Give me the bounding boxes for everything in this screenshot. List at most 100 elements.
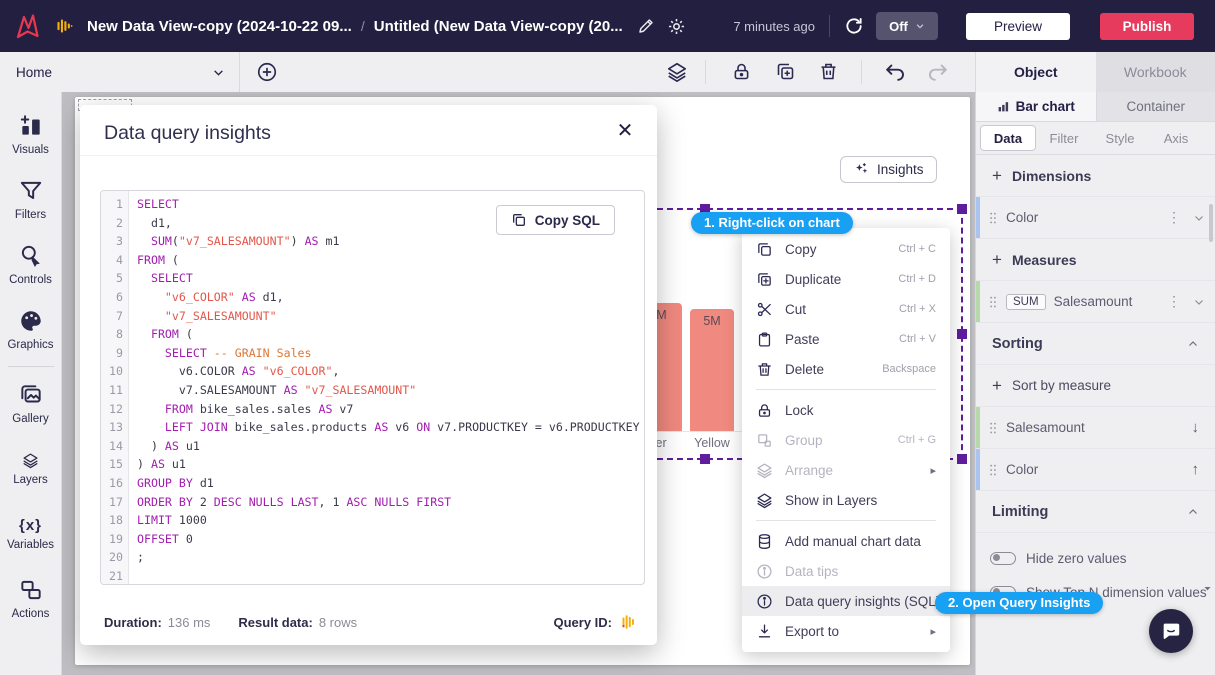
chevron-up-icon[interactable] [1187, 506, 1199, 518]
trash-toolbar-icon[interactable] [818, 61, 840, 83]
workbook-title[interactable]: Untitled (New Data View-copy (20... [374, 18, 623, 35]
add-sort-by-measure-button[interactable]: +Sort by measure [976, 365, 1215, 407]
menu-item-lock[interactable]: Lock [742, 395, 950, 425]
toggle-hide-zero-values[interactable]: Hide zero values [976, 541, 1215, 575]
sort-row-salesamount[interactable]: Salesamount↓ [976, 407, 1215, 449]
sort-row-color[interactable]: Color↑ [976, 449, 1215, 491]
sidebar-item-label: Graphics [7, 339, 53, 351]
sql-line-number: 12 [101, 400, 123, 419]
sidebar-item-actions[interactable]: Actions [0, 566, 62, 631]
sql-line: "v6_COLOR" AS d1, [137, 288, 644, 307]
panel-scrollbar-thumb[interactable] [1209, 204, 1213, 242]
bar-chart-icon [997, 100, 1010, 113]
copy-sql-button[interactable]: Copy SQL [496, 205, 615, 235]
selection-handle-bottom-right[interactable] [957, 454, 967, 464]
sidebar-item-variables[interactable]: {x}Variables [0, 501, 62, 566]
subtab-axis[interactable]: Axis [1148, 125, 1204, 151]
tab-object[interactable]: Object [976, 52, 1096, 92]
subtab-filter[interactable]: Filter [1036, 125, 1092, 151]
sql-line: ; [137, 548, 644, 567]
menu-item-show-in-layers[interactable]: Show in Layers [742, 485, 950, 515]
lock-icon [756, 402, 773, 419]
lock-toolbar-icon[interactable] [731, 61, 753, 83]
app: { "colors": { "publish_red": "#e73b5e", … [0, 0, 1215, 675]
sql-line-number: 6 [101, 288, 123, 307]
sql-line-number: 2 [101, 214, 123, 233]
subtab-style[interactable]: Style [1092, 125, 1148, 151]
add-page-icon[interactable] [256, 61, 278, 83]
menu-item-delete[interactable]: DeleteBackspace [742, 354, 950, 384]
preview-button[interactable]: Preview [966, 13, 1070, 40]
auto-refresh-select[interactable]: Off [876, 12, 938, 40]
drag-handle-icon[interactable] [988, 420, 998, 436]
tab-container[interactable]: Container [1096, 92, 1215, 121]
drag-handle-icon[interactable] [988, 210, 998, 226]
menu-item-data-query-insights-sql[interactable]: Data query insights (SQL) [742, 586, 950, 616]
menu-separator [756, 520, 936, 521]
insights-button[interactable]: Insights [840, 156, 937, 183]
edit-title-icon[interactable] [637, 17, 655, 35]
add-dimension-button[interactable]: +Dimensions [976, 155, 1215, 197]
dimension-row-color[interactable]: Color⋮ [976, 197, 1215, 239]
section-header-label: Measures [1012, 252, 1077, 268]
menu-item-add-manual-chart-data[interactable]: Add manual chart data [742, 526, 950, 556]
kebab-menu-icon[interactable]: ⋮ [1163, 209, 1185, 226]
sidebar-item-controls[interactable]: Controls [0, 232, 62, 297]
close-icon[interactable]: ✕ [613, 119, 637, 143]
layers-toolbar-icon[interactable] [666, 61, 688, 83]
subtab-data[interactable]: Data [980, 125, 1036, 151]
panel-scroll-down-icon[interactable] [1203, 584, 1212, 593]
app-logo-icon[interactable] [12, 11, 42, 41]
section-limiting[interactable]: Limiting [976, 491, 1215, 533]
query-id-spinner-icon [620, 613, 637, 631]
menu-item-data-tips: Data tips [742, 556, 950, 586]
tab-workbook[interactable]: Workbook [1096, 52, 1215, 92]
sidebar-item-graphics[interactable]: Graphics [0, 297, 62, 362]
drag-handle-icon[interactable] [988, 462, 998, 478]
menu-item-export-to[interactable]: Export to▸ [742, 616, 950, 646]
add-measure-button[interactable]: +Measures [976, 239, 1215, 281]
measure-row-salesamount[interactable]: SUMSalesamount⋮ [976, 281, 1215, 323]
section-sorting[interactable]: Sorting [976, 323, 1215, 365]
drag-handle-icon[interactable] [988, 294, 998, 310]
publish-button[interactable]: Publish [1100, 13, 1194, 40]
selection-handle-top-right[interactable] [957, 204, 967, 214]
sidebar-item-gallery[interactable]: Gallery [0, 371, 62, 436]
aggregation-badge[interactable]: SUM [1006, 294, 1046, 310]
toggle-switch[interactable] [990, 552, 1016, 565]
menu-item-copy[interactable]: CopyCtrl + C [742, 234, 950, 264]
menu-item-cut[interactable]: CutCtrl + X [742, 294, 950, 324]
sidebar-item-label: Layers [13, 474, 48, 486]
menu-item-paste[interactable]: PasteCtrl + V [742, 324, 950, 354]
duplicate-toolbar-icon[interactable] [775, 61, 797, 83]
chat-widget-button[interactable] [1149, 609, 1193, 653]
sql-line-number: 3 [101, 232, 123, 251]
refresh-icon[interactable] [844, 16, 864, 36]
sidebar-item-visuals[interactable]: Visuals [0, 102, 62, 167]
sort-direction-up-icon[interactable]: ↑ [1192, 461, 1206, 478]
kebab-menu-icon[interactable]: ⋮ [1163, 293, 1185, 310]
sidebar-item-layers[interactable]: Layers [0, 436, 62, 501]
selection-handle-right[interactable] [957, 329, 967, 339]
submenu-arrow-icon: ▸ [930, 625, 936, 638]
settings-gear-icon[interactable] [667, 17, 686, 36]
sidebar-item-filters[interactable]: Filters [0, 167, 62, 232]
sql-line-number: 13 [101, 418, 123, 437]
sql-line-number: 10 [101, 362, 123, 381]
sql-line-number: 7 [101, 307, 123, 326]
chevron-up-icon[interactable] [1187, 338, 1199, 350]
menu-item-duplicate[interactable]: DuplicateCtrl + D [742, 264, 950, 294]
selection-handle-bottom[interactable] [700, 454, 710, 464]
tab-bar-chart[interactable]: Bar chart [976, 92, 1096, 121]
sql-line-number: 15 [101, 455, 123, 474]
sql-line: v6.COLOR AS "v6_COLOR", [137, 362, 644, 381]
chevron-down-icon[interactable] [1193, 212, 1205, 224]
sql-line-number: 17 [101, 493, 123, 512]
page-select[interactable]: Home [0, 52, 240, 92]
undo-icon[interactable] [884, 61, 906, 83]
sort-direction-down-icon[interactable]: ↓ [1192, 419, 1206, 436]
dataset-title[interactable]: New Data View-copy (2024-10-22 09... [87, 18, 352, 35]
chevron-down-icon[interactable] [1193, 296, 1205, 308]
sparkles-icon [853, 161, 870, 178]
layers-icon [756, 492, 773, 509]
